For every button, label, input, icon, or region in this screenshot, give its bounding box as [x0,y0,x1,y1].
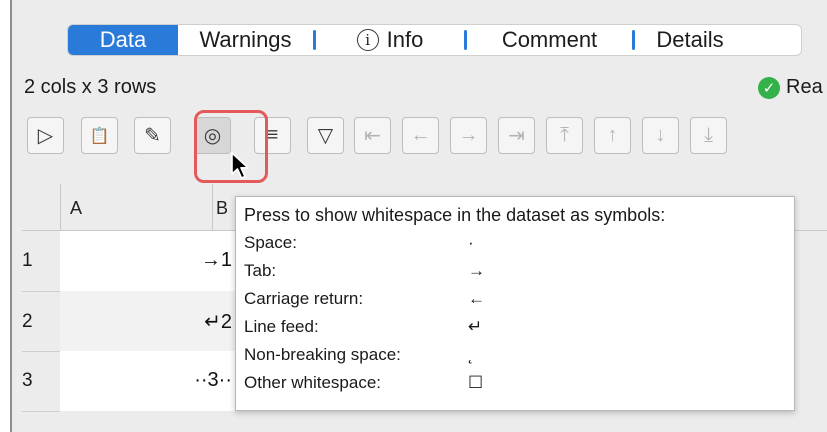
tab-data-label: Data [99,27,147,52]
tab-details[interactable]: Details [635,25,745,55]
status-text: Rea [786,76,823,98]
first-row-icon: ⤒ [560,124,569,146]
info-icon: i [356,29,379,51]
tab-symbol: → [468,261,485,280]
check-icon: ✓ [758,76,780,99]
tooltip-entry-label: Carriage return: [244,289,364,308]
right-arrow-icon: → [458,124,479,146]
column-header-b[interactable]: B [216,198,228,219]
tooltip-entry-label: Line feed: [244,317,319,336]
paste-add-icon: 📋 [89,127,110,145]
row-divider [22,291,60,292]
tab-comment[interactable]: Comment [467,25,632,55]
run-button[interactable]: ▷ [27,117,64,154]
non-breaking-space-symbol: ˛ [468,345,474,364]
row-divider [22,351,60,352]
space-symbol: · [468,233,474,252]
first-row-button[interactable]: ⤒ [546,117,583,154]
tooltip-heading: Press to show whitespace in the dataset … [244,205,666,225]
table-cell[interactable]: →1 [62,249,232,272]
run-icon: ▷ [37,125,54,147]
next-row-button[interactable]: ↓ [642,117,679,154]
previous-column-button[interactable]: ← [402,117,439,154]
down-arrow-icon: ↓ [655,124,666,146]
filter-button[interactable]: ▽ [307,117,344,154]
tooltip-entry-label: Other whitespace: [244,373,382,392]
left-arrow-icon: ← [410,124,431,146]
status-indicator: ✓ Rea [758,76,823,99]
column-divider [212,184,213,230]
next-column-button[interactable]: → [450,117,487,154]
row-number[interactable]: 2 [22,311,60,333]
tab-warnings[interactable]: Warnings [178,25,313,55]
tab-warnings-label: Warnings [199,27,292,52]
first-column-button[interactable]: ⇤ [354,117,391,154]
tab-details-label: Details [656,27,724,52]
first-column-icon: ⇤ [364,125,381,147]
tab-comment-label: Comment [501,27,598,52]
line-feed-symbol: ↵ [468,317,483,336]
table-dimensions: 2 cols x 3 rows [24,76,157,98]
tooltip-entry-label: Space: [244,233,297,252]
column-divider [60,184,61,230]
paste-add-button[interactable]: 📋 [81,117,118,154]
row-divider [22,411,60,412]
filter-icon: ▽ [317,125,334,147]
pencil-icon: ✎ [144,125,161,147]
up-arrow-icon: ↑ [607,124,618,146]
last-column-icon: ⇥ [508,125,525,147]
other-whitespace-symbol: ☐ [468,373,484,392]
table-cell[interactable]: ↵2 [62,309,232,334]
tab-info-label: Info [386,27,424,52]
previous-row-button[interactable]: ↑ [594,117,631,154]
tab-data[interactable]: Data [68,25,178,55]
sort-lines-icon: ≡ [266,124,279,146]
last-row-button[interactable]: ⤓ [690,117,727,154]
tooltip-entry-label: Tab: [244,261,277,280]
row-number[interactable]: 3 [22,370,60,392]
tab-bar: Data Warnings i Info Comment Details [67,24,802,56]
edit-button[interactable]: ✎ [134,117,171,154]
whitespace-tooltip: Press to show whitespace in the dataset … [235,196,795,411]
column-header-a[interactable]: A [70,198,82,219]
tooltip-entry-label: Non-breaking space: [244,345,401,364]
last-column-button[interactable]: ⇥ [498,117,535,154]
mouse-cursor-icon [231,152,249,179]
carriage-return-symbol: ← [468,289,485,308]
row-number[interactable]: 1 [22,250,60,272]
tab-info[interactable]: i Info [316,25,464,55]
last-row-icon: ⤓ [704,124,713,146]
table-cell[interactable]: ··3·· [62,369,232,392]
